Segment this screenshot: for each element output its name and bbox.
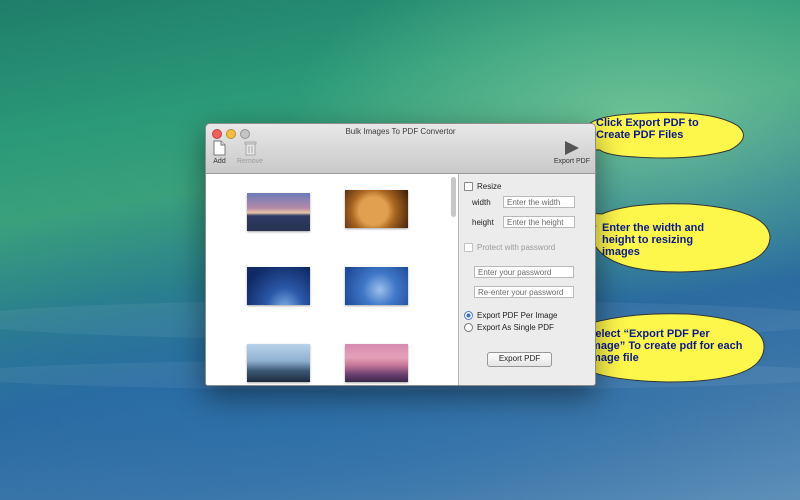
image-thumbnail-night-sky[interactable] [247,267,310,305]
height-input[interactable] [503,216,575,228]
document-add-icon [213,140,226,156]
export-per-image-radio[interactable] [464,311,473,320]
password-checkbox[interactable] [464,243,473,252]
callout-resize: Enter the width and height to resizing i… [570,200,780,275]
window-title: Bulk Images To PDF Convertor [345,127,456,136]
image-thumbnail-mountain-haze[interactable] [247,344,310,382]
image-list[interactable] [206,174,459,385]
image-thumbnail-moon-clouds[interactable] [345,267,408,305]
titlebar: Bulk Images To PDF Convertor Add Remove … [206,124,595,174]
height-label: height [472,218,494,227]
export-single-label: Export As Single PDF [477,323,554,332]
settings-panel: Resize width height Protect with passwor… [459,174,595,385]
image-list-scrollbar[interactable] [451,177,456,217]
add-button[interactable]: Add [213,140,226,165]
image-thumbnail-lion[interactable] [345,190,408,228]
export-pdf-button[interactable]: Export PDF [487,352,552,367]
export-per-image-option[interactable]: Export PDF Per Image [464,311,557,320]
password-option[interactable]: Protect with password [464,243,555,252]
resize-option[interactable]: Resize [464,182,501,191]
remove-label: Remove [237,158,264,165]
export-single-option[interactable]: Export As Single PDF [464,323,554,332]
password-label: Protect with password [477,243,556,252]
callout-resize-text: Enter the width and height to resizing i… [602,222,705,258]
export-pdf-label: Export PDF [553,158,590,165]
image-thumbnail-mount-fuji[interactable] [345,344,408,382]
remove-button[interactable]: Remove [237,140,263,165]
callout-export-text: Click Export PDF to Create PDF Files [596,117,699,141]
callout-select-text: Select “Export PDF Per Image” To create … [588,328,743,364]
export-single-radio[interactable] [464,323,473,332]
app-window: Bulk Images To PDF Convertor Add Remove … [205,123,596,386]
export-pdf-toolbar-button[interactable]: Export PDF [554,140,590,165]
content-area: Resize width height Protect with passwor… [206,174,595,385]
reenter-password-input[interactable] [474,286,574,298]
width-label: width [472,198,491,207]
play-export-icon [564,140,580,156]
password-input[interactable] [474,266,574,278]
resize-checkbox[interactable] [464,182,473,191]
image-thumbnail-sunset-lake[interactable] [247,193,310,231]
width-input[interactable] [503,196,575,208]
add-label: Add [213,158,226,165]
resize-label: Resize [477,182,502,191]
export-per-image-label: Export PDF Per Image [477,311,558,320]
trash-icon [244,140,257,156]
